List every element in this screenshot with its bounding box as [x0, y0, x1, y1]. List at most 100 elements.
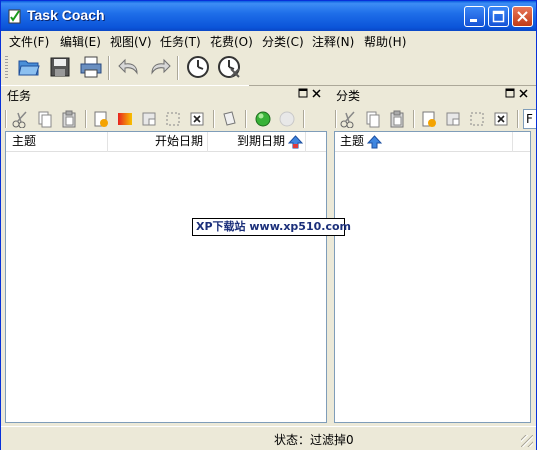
redo-icon [151, 58, 171, 75]
new-task-button[interactable] [91, 109, 111, 129]
menu-bar: 文件(F) 编辑(E) 视图(V) 任务(T) 花费(O) 分类(C) 注释(N… [1, 31, 536, 50]
categories-pane-title: 分类 [336, 89, 361, 103]
paste-button[interactable] [59, 109, 79, 129]
tasks-list-header: 主题 开始日期 到期日期 [6, 132, 326, 152]
toolbar-separator [413, 110, 415, 128]
menu-file[interactable]: 文件(F) [9, 33, 49, 49]
save-icon [50, 57, 70, 77]
status-bar: 状态：过滤掉0 [1, 426, 536, 450]
site-watermark: XP下载站 www.xp510.com [192, 218, 351, 236]
column-start-date[interactable]: 开始日期 [108, 132, 208, 152]
copy-button[interactable] [35, 109, 55, 129]
edit-task-button[interactable] [139, 109, 159, 129]
toolbar-separator [108, 56, 110, 80]
select-all-button[interactable] [163, 109, 183, 129]
open-folder-icon [18, 60, 40, 76]
cut-button[interactable] [11, 109, 31, 129]
close-icon [517, 11, 528, 22]
sort-ascending-icon[interactable] [367, 135, 382, 149]
sort-ascending-icon[interactable] [288, 135, 303, 149]
new-task-icon [94, 111, 108, 127]
column-subject[interactable]: 主题 [6, 132, 108, 152]
color-gradient-icon [118, 113, 132, 125]
task-coach-app-icon[interactable] [7, 8, 23, 24]
print-button[interactable] [77, 53, 105, 81]
toolbar-separator [303, 110, 305, 128]
categories-pane-toolbar: F [333, 106, 536, 131]
menu-view[interactable]: 视图(V) [110, 33, 152, 49]
main-toolbar [1, 50, 249, 86]
mark-inactive-button[interactable] [277, 109, 297, 129]
new-subtask-button[interactable] [115, 109, 135, 129]
close-pane-icon[interactable] [519, 87, 531, 101]
delete-icon [190, 112, 204, 126]
tasks-pane-toolbar [1, 106, 328, 131]
select-all-icon [166, 112, 180, 126]
tasks-pane-title: 任务 [7, 89, 32, 103]
toolbar-empty-area [249, 50, 536, 86]
undo-button[interactable] [115, 53, 143, 81]
resize-grip[interactable] [521, 435, 533, 447]
redo-button[interactable] [146, 53, 174, 81]
note-icon [223, 111, 236, 126]
mark-completed-button[interactable] [253, 109, 273, 129]
column-subject[interactable]: 主题 [335, 132, 513, 152]
add-note-button[interactable] [219, 109, 239, 129]
categories-list-header: 主题 [335, 132, 530, 152]
edit-task-icon [142, 112, 156, 126]
edit-category-button[interactable] [443, 109, 463, 129]
column-subject-label: 主题 [12, 134, 37, 148]
maximize-button[interactable] [488, 6, 509, 27]
paste-icon [62, 110, 76, 128]
new-category-button[interactable] [419, 109, 439, 129]
open-button[interactable] [15, 53, 43, 81]
window-title: Task Coach [27, 7, 105, 23]
restore-pane-icon[interactable] [298, 87, 310, 101]
close-pane-icon[interactable] [312, 87, 324, 101]
paste-button[interactable] [387, 109, 407, 129]
stop-tracking-icon [218, 56, 240, 78]
toolbar-grip[interactable] [5, 56, 8, 80]
close-button[interactable] [512, 6, 533, 27]
column-start-date-label: 开始日期 [154, 134, 203, 148]
cut-icon [12, 111, 27, 128]
task-coach-window: Task Coach 文件(F) 编辑(E) 视图(V) 任务(T) 花费(O)… [0, 0, 537, 450]
column-due-date[interactable]: 到期日期 [208, 132, 306, 152]
save-button[interactable] [46, 53, 74, 81]
delete-icon [494, 112, 508, 126]
print-icon [80, 56, 102, 78]
menu-effort[interactable]: 花费(O) [210, 33, 253, 49]
tasks-pane-header: 任务 [1, 86, 328, 104]
delete-category-button[interactable] [491, 109, 511, 129]
select-all-button[interactable] [467, 109, 487, 129]
tasks-list[interactable]: 主题 开始日期 到期日期 [5, 131, 327, 423]
edit-category-icon [446, 112, 460, 126]
title-bar[interactable]: Task Coach [1, 1, 536, 31]
undo-icon [118, 58, 138, 75]
start-tracking-button[interactable] [184, 53, 212, 81]
gray-circle-icon [279, 111, 295, 127]
cut-button[interactable] [339, 109, 359, 129]
status-text: 状态：过滤掉0 [274, 433, 354, 447]
minimize-icon [470, 19, 477, 22]
categories-list[interactable]: 主题 [334, 131, 531, 423]
copy-button[interactable] [363, 109, 383, 129]
new-category-icon [422, 111, 436, 127]
menu-note[interactable]: 注释(N) [312, 33, 354, 49]
delete-task-button[interactable] [187, 109, 207, 129]
restore-pane-icon[interactable] [505, 87, 517, 101]
cut-icon [340, 111, 355, 128]
pane-splitter[interactable] [328, 86, 333, 426]
copy-icon [366, 111, 380, 128]
paste-icon [390, 110, 404, 128]
toolbar-separator [177, 56, 179, 80]
menu-edit[interactable]: 编辑(E) [60, 33, 101, 49]
minimize-button[interactable] [464, 6, 485, 27]
category-filter-input[interactable]: F [523, 109, 536, 129]
menu-category[interactable]: 分类(C) [262, 33, 304, 49]
menu-task[interactable]: 任务(T) [160, 33, 201, 49]
stop-tracking-button[interactable] [215, 53, 243, 81]
menu-help[interactable]: 帮助(H) [364, 33, 406, 49]
categories-pane-header: 分类 [333, 86, 536, 104]
toolbar-separator [517, 110, 519, 128]
